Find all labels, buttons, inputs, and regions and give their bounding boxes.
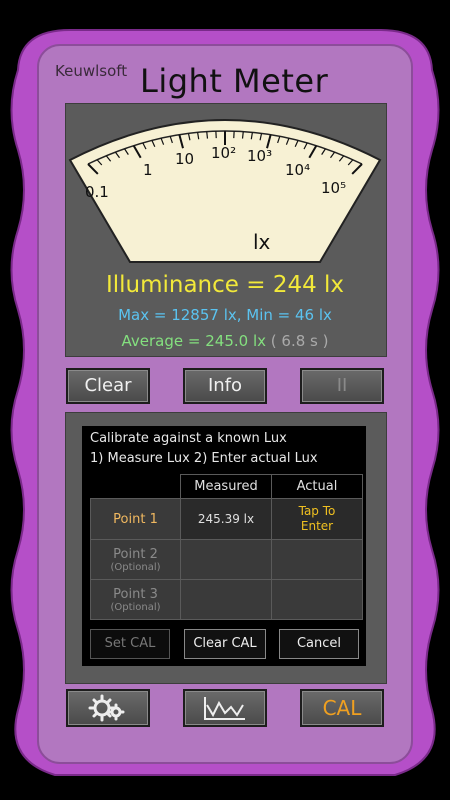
point2-measured (180, 539, 272, 580)
point3-text: Point 3 (113, 586, 158, 602)
scale-label: 10⁴ (285, 161, 310, 179)
app-title: Light Meter (140, 62, 329, 100)
calibration-table: Measured Actual Point 1 245.39 lx Tap To… (90, 474, 363, 620)
calibration-line2: 1) Measure Lux 2) Enter actual Lux (90, 451, 318, 466)
point1-measured: 245.39 lx (180, 498, 272, 540)
illuminance-readout: Illuminance = 244 lx (105, 272, 345, 298)
pause-button[interactable]: II (300, 368, 384, 404)
point1-actual-input[interactable]: Tap To Enter (271, 498, 363, 540)
point2-optional: (Optional) (110, 561, 161, 573)
point3-measured (180, 579, 272, 620)
point2-actual (271, 539, 363, 580)
cancel-button[interactable]: Cancel (279, 629, 359, 659)
graph-icon (204, 697, 245, 720)
average-time: ( 6.8 s ) (270, 332, 329, 350)
point2-label[interactable]: Point 2 (Optional) (90, 539, 181, 580)
set-cal-button[interactable]: Set CAL (90, 629, 170, 659)
point3-label[interactable]: Point 3 (Optional) (90, 579, 181, 620)
clear-label: Clear (84, 375, 132, 396)
clear-button[interactable]: Clear (66, 368, 150, 404)
gears-icon (88, 694, 125, 722)
average-value: Average = 245.0 lx (121, 332, 266, 350)
unit-label: lx (253, 230, 271, 254)
table-corner (91, 475, 181, 499)
pause-icon: II (336, 375, 348, 396)
settings-button[interactable] (66, 689, 150, 727)
scale-label: 10² (211, 144, 236, 162)
dial-tick (241, 131, 244, 139)
cal-button[interactable]: CAL (300, 689, 384, 727)
cal-label: CAL (322, 696, 362, 720)
device-frame: Keuwlsoft Light Meter 0.1 1 10 10² 10³ 1… (0, 0, 450, 800)
scale-label: 1 (143, 161, 153, 179)
info-label: Info (207, 375, 243, 396)
point2-text: Point 2 (113, 546, 158, 562)
scale-label: 0.1 (85, 183, 109, 201)
meter-dial: 0.1 1 10 10² 10³ 10⁴ 10⁵ lx (68, 119, 382, 263)
scale-label: 10 (175, 150, 194, 168)
info-button[interactable]: Info (183, 368, 267, 404)
max-min-readout: Max = 12857 lx, Min = 46 lx (118, 306, 332, 324)
scale-label: 10⁵ (321, 179, 346, 197)
col-measured: Measured (180, 474, 272, 499)
tap-to-enter: Tap To Enter (298, 504, 336, 533)
calibration-line1: Calibrate against a known Lux (90, 431, 287, 446)
average-readout: Average = 245.0 lx ( 6.8 s ) (65, 332, 385, 350)
point3-optional: (Optional) (110, 601, 161, 613)
point3-actual (271, 579, 363, 620)
point1-label: Point 1 (90, 498, 181, 540)
brand-label: Keuwlsoft (55, 62, 128, 80)
dial-tick (206, 131, 209, 139)
graph-button[interactable] (183, 689, 267, 727)
clear-cal-button[interactable]: Clear CAL (184, 629, 266, 659)
scale-label: 10³ (247, 147, 272, 165)
col-actual: Actual (271, 474, 363, 499)
